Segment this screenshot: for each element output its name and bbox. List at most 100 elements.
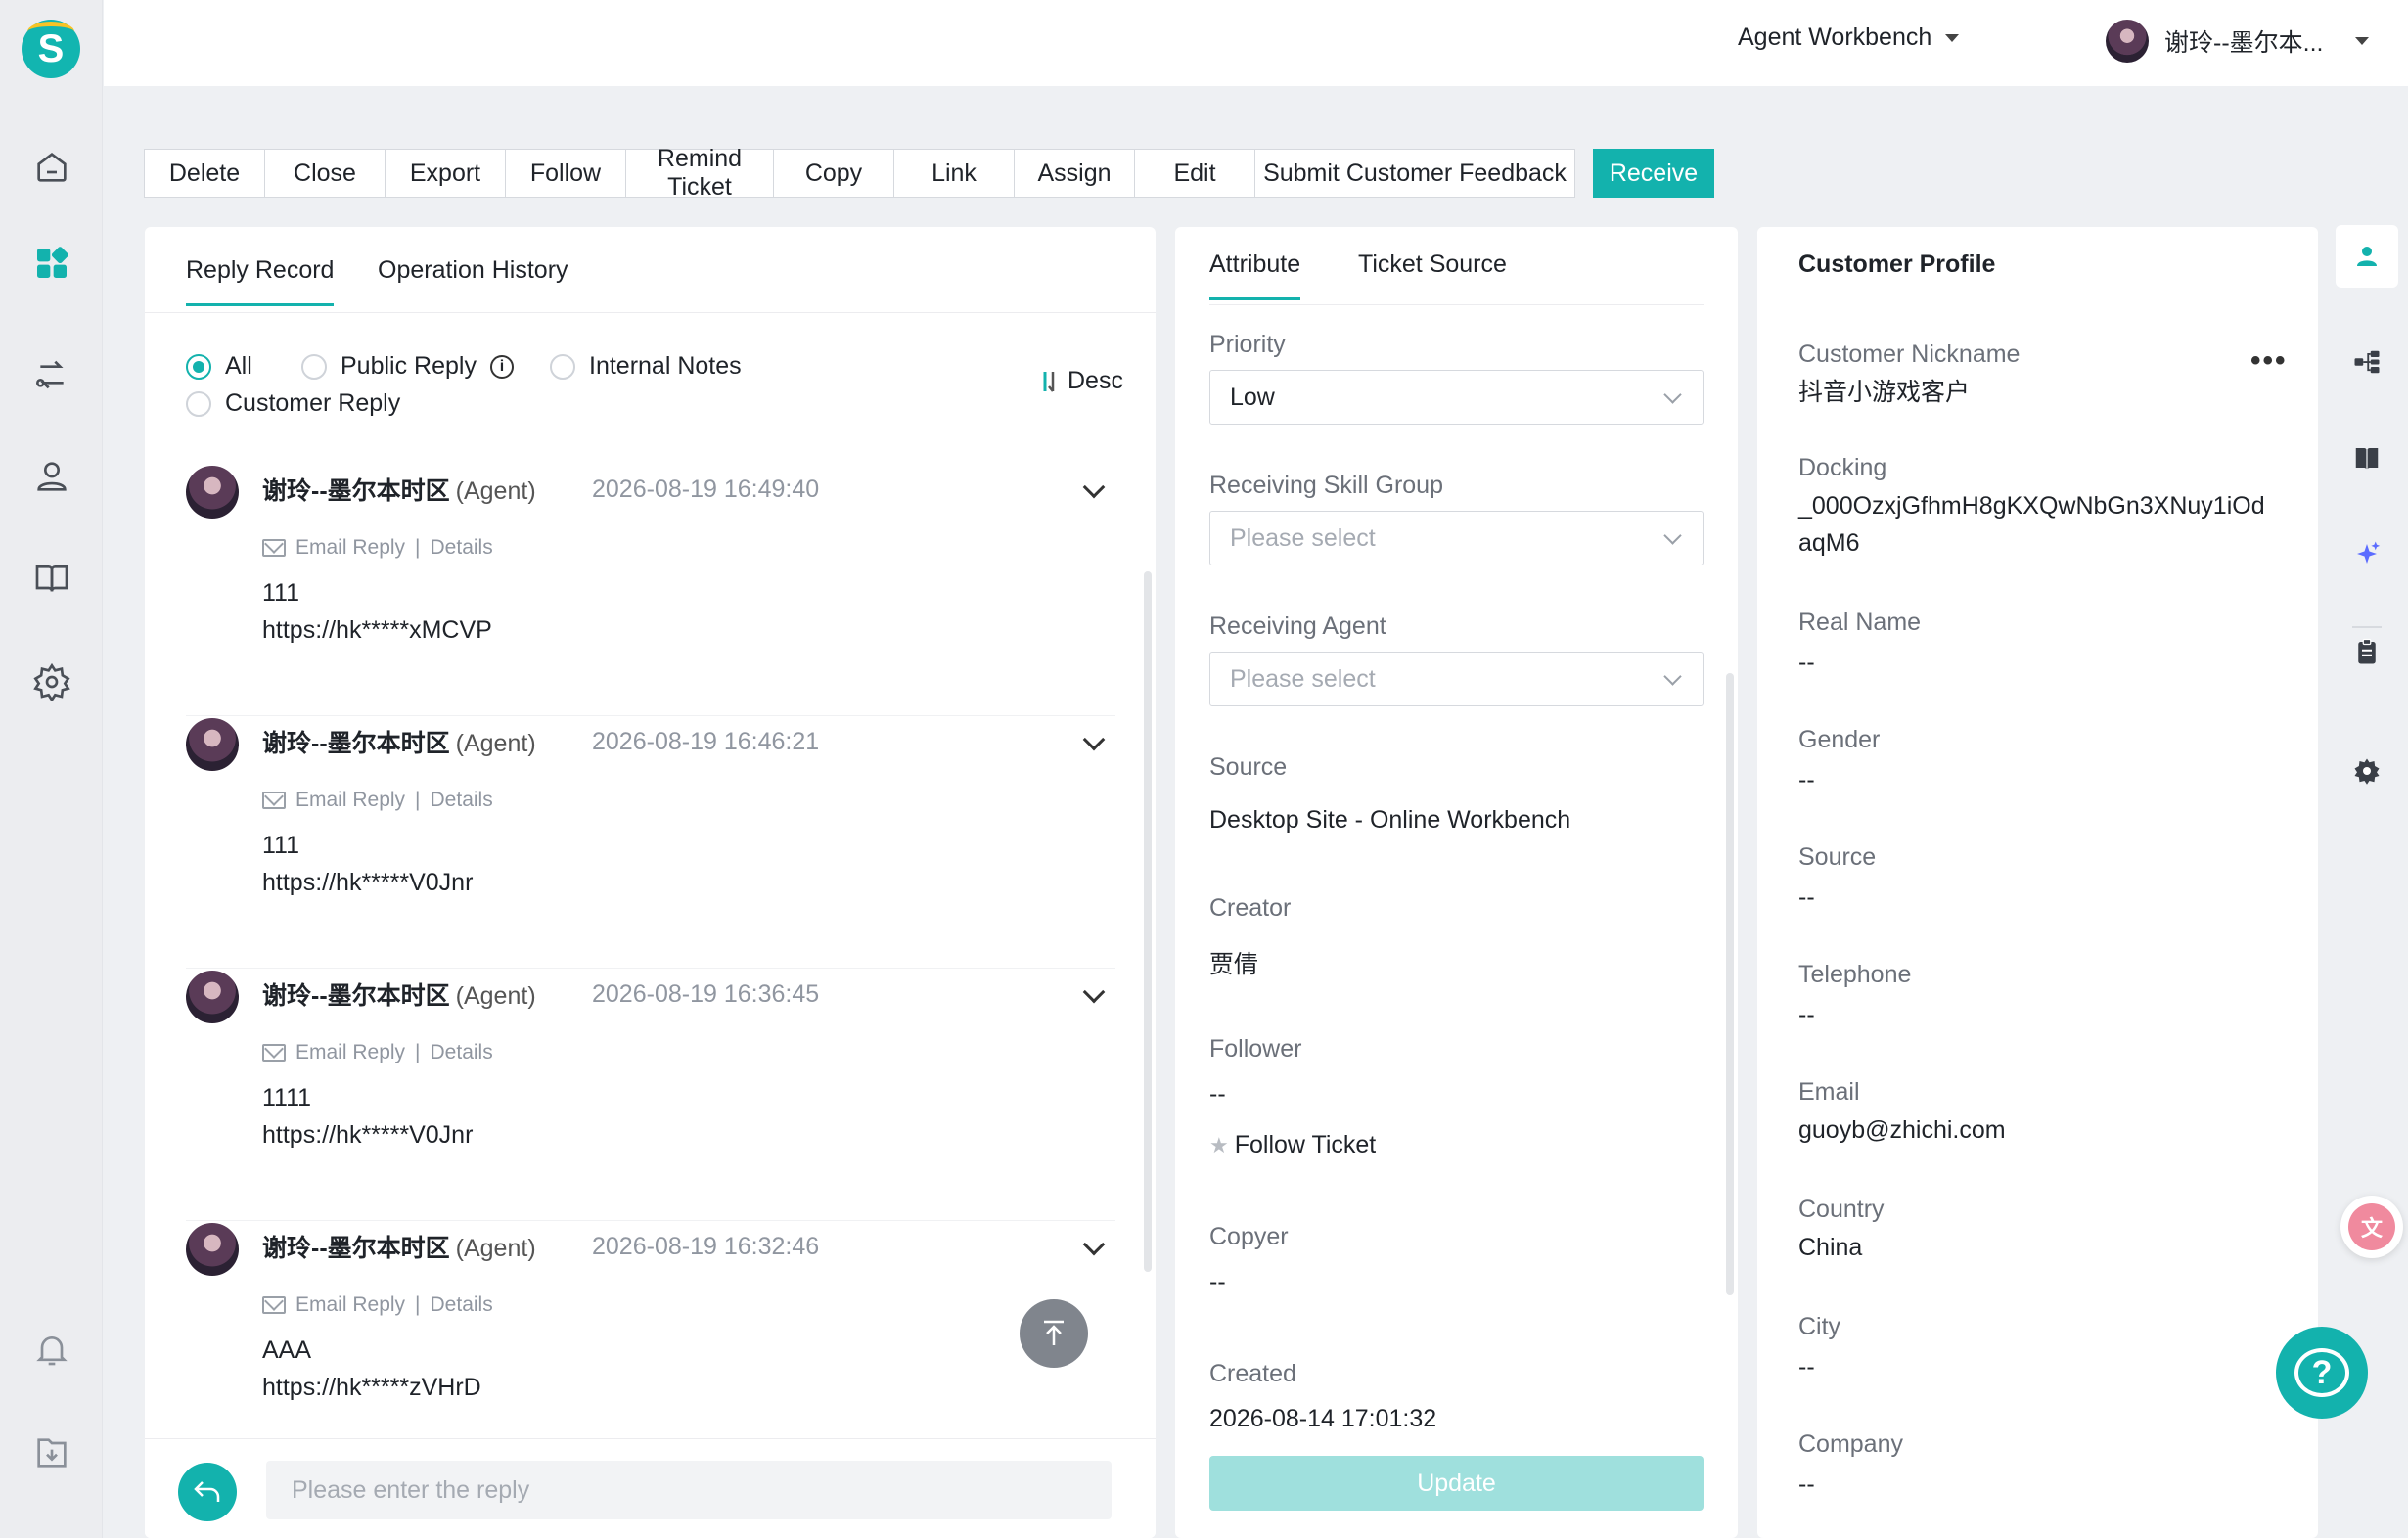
priority-select[interactable]: Low xyxy=(1209,370,1704,425)
avatar xyxy=(186,466,239,519)
details-link[interactable]: Details xyxy=(431,1041,493,1064)
filter-public-reply[interactable]: Public Reply i xyxy=(301,352,514,381)
chevron-down-icon xyxy=(1663,526,1682,545)
chevron-down-icon[interactable] xyxy=(1082,728,1106,751)
update-button[interactable]: Update xyxy=(1209,1456,1704,1511)
agent-name: 谢玲--墨尔本时区 xyxy=(262,982,450,1010)
translate-button[interactable]: 文 xyxy=(2340,1196,2403,1258)
field-label: Email xyxy=(1798,1078,1860,1106)
details-link[interactable]: Details xyxy=(431,1293,493,1317)
reply-time: 2026-08-19 16:32:46 xyxy=(592,1233,820,1260)
reply-link[interactable]: https://hk*****xMCVP xyxy=(262,616,492,645)
chevron-down-icon[interactable] xyxy=(1082,1233,1106,1256)
assign-button[interactable]: Assign xyxy=(1014,149,1135,198)
tab-operation-history[interactable]: Operation History xyxy=(378,256,568,285)
ticket-toolbar: Delete Close Export Follow Remind Ticket… xyxy=(144,145,1714,201)
ai-sparkle-icon[interactable] xyxy=(2336,522,2398,585)
tab-reply-record[interactable]: Reply Record xyxy=(186,256,335,306)
book-icon[interactable] xyxy=(2336,427,2398,489)
star-icon: ★ xyxy=(1209,1133,1229,1157)
help-button[interactable]: ? xyxy=(2276,1327,2368,1419)
remind-ticket-button[interactable]: Remind Ticket xyxy=(625,145,774,201)
export-button[interactable]: Export xyxy=(385,149,506,198)
priority-label: Priority xyxy=(1209,331,1286,358)
field-label: Customer Nickname xyxy=(1798,340,2021,368)
divider xyxy=(2352,626,2382,628)
more-options-icon[interactable]: ••• xyxy=(2250,344,2288,378)
copyer-value: -- xyxy=(1209,1268,1226,1295)
workbench-switcher[interactable]: Agent Workbench xyxy=(1738,23,1960,52)
close-button[interactable]: Close xyxy=(264,149,386,198)
agent-role: (Agent) xyxy=(455,982,536,1010)
delete-button[interactable]: Delete xyxy=(144,149,265,198)
receive-button[interactable]: Receive xyxy=(1593,149,1714,198)
reply-text: AAA xyxy=(262,1336,312,1364)
submit-customer-feedback-button[interactable]: Submit Customer Feedback xyxy=(1254,149,1575,198)
reply-type: Email Reply xyxy=(295,789,406,811)
sort-order-toggle[interactable]: Desc xyxy=(1040,367,1123,395)
user-menu[interactable]: 谢玲--墨尔本... xyxy=(2106,20,2369,63)
reply-mode-button[interactable] xyxy=(178,1463,237,1521)
app-logo[interactable]: S xyxy=(22,20,80,78)
link-button[interactable]: Link xyxy=(893,149,1015,198)
reply-link[interactable]: https://hk*****V0Jnr xyxy=(262,1121,473,1150)
customer-nickname-value: 抖音小游戏客户 xyxy=(1798,379,1971,406)
workbench-label: Agent Workbench xyxy=(1738,23,1932,51)
radio-icon xyxy=(186,353,211,380)
chevron-down-icon[interactable] xyxy=(1082,980,1106,1004)
edit-button[interactable]: Edit xyxy=(1134,149,1255,198)
workbench-icon[interactable] xyxy=(29,241,74,286)
back-to-top-button[interactable] xyxy=(1020,1299,1088,1368)
reply-link[interactable]: https://hk*****V0Jnr xyxy=(262,869,473,897)
left-navigation: S xyxy=(0,0,103,1538)
city-value: -- xyxy=(1798,1353,1815,1380)
routing-icon[interactable] xyxy=(29,352,74,397)
field-label: Real Name xyxy=(1798,609,1922,636)
settings-icon[interactable] xyxy=(29,659,74,704)
clipboard-icon[interactable] xyxy=(2336,620,2398,683)
reply-record-panel: Reply Record Operation History All Publi… xyxy=(145,227,1156,1538)
reply-text: 111 xyxy=(262,579,300,607)
follow-button[interactable]: Follow xyxy=(505,149,626,198)
scrollbar[interactable] xyxy=(1726,673,1734,1295)
agent-role: (Agent) xyxy=(455,1235,536,1262)
radio-icon xyxy=(301,353,327,380)
agent-name: 谢玲--墨尔本时区 xyxy=(262,730,450,757)
field-label: Gender xyxy=(1798,726,1881,753)
agent-role: (Agent) xyxy=(455,730,536,757)
gear-icon[interactable] xyxy=(2336,740,2398,802)
scrollbar[interactable] xyxy=(1144,571,1152,1272)
field-label: Country xyxy=(1798,1196,1885,1223)
hierarchy-icon[interactable] xyxy=(2336,331,2398,393)
user-profile-icon[interactable] xyxy=(2336,225,2398,288)
reply-input[interactable] xyxy=(266,1461,1112,1519)
tab-ticket-source[interactable]: Ticket Source xyxy=(1358,250,1507,279)
reply-type: Email Reply xyxy=(295,1041,406,1063)
filter-internal-notes[interactable]: Internal Notes xyxy=(550,352,742,381)
radio-icon xyxy=(186,390,211,417)
reply-type: Email Reply xyxy=(295,1293,406,1316)
receiving-agent-select[interactable]: Please select xyxy=(1209,652,1704,706)
filter-customer-reply[interactable]: Customer Reply xyxy=(186,389,400,418)
skill-group-select[interactable]: Please select xyxy=(1209,511,1704,565)
top-bar xyxy=(104,0,2408,86)
reply-text: 111 xyxy=(262,832,300,859)
home-icon[interactable] xyxy=(29,145,74,190)
follow-ticket-link[interactable]: ★ Follow Ticket xyxy=(1209,1131,1376,1159)
customer-icon[interactable] xyxy=(29,454,74,499)
radio-icon xyxy=(550,353,575,380)
email-value: guoyb@zhichi.com xyxy=(1798,1116,2006,1144)
tab-attribute[interactable]: Attribute xyxy=(1209,250,1301,300)
bell-icon[interactable] xyxy=(29,1327,74,1372)
reply-link[interactable]: https://hk*****zVHrD xyxy=(262,1374,481,1402)
knowledge-book-icon[interactable] xyxy=(29,556,74,601)
mail-icon xyxy=(262,539,286,557)
attribute-tabs: Attribute Ticket Source xyxy=(1209,227,1704,305)
download-icon[interactable] xyxy=(29,1430,74,1475)
details-link[interactable]: Details xyxy=(431,789,493,812)
info-icon[interactable]: i xyxy=(489,354,514,379)
copy-button[interactable]: Copy xyxy=(773,149,894,198)
filter-all[interactable]: All xyxy=(186,352,252,381)
chevron-down-icon[interactable] xyxy=(1082,475,1106,499)
details-link[interactable]: Details xyxy=(431,536,493,560)
